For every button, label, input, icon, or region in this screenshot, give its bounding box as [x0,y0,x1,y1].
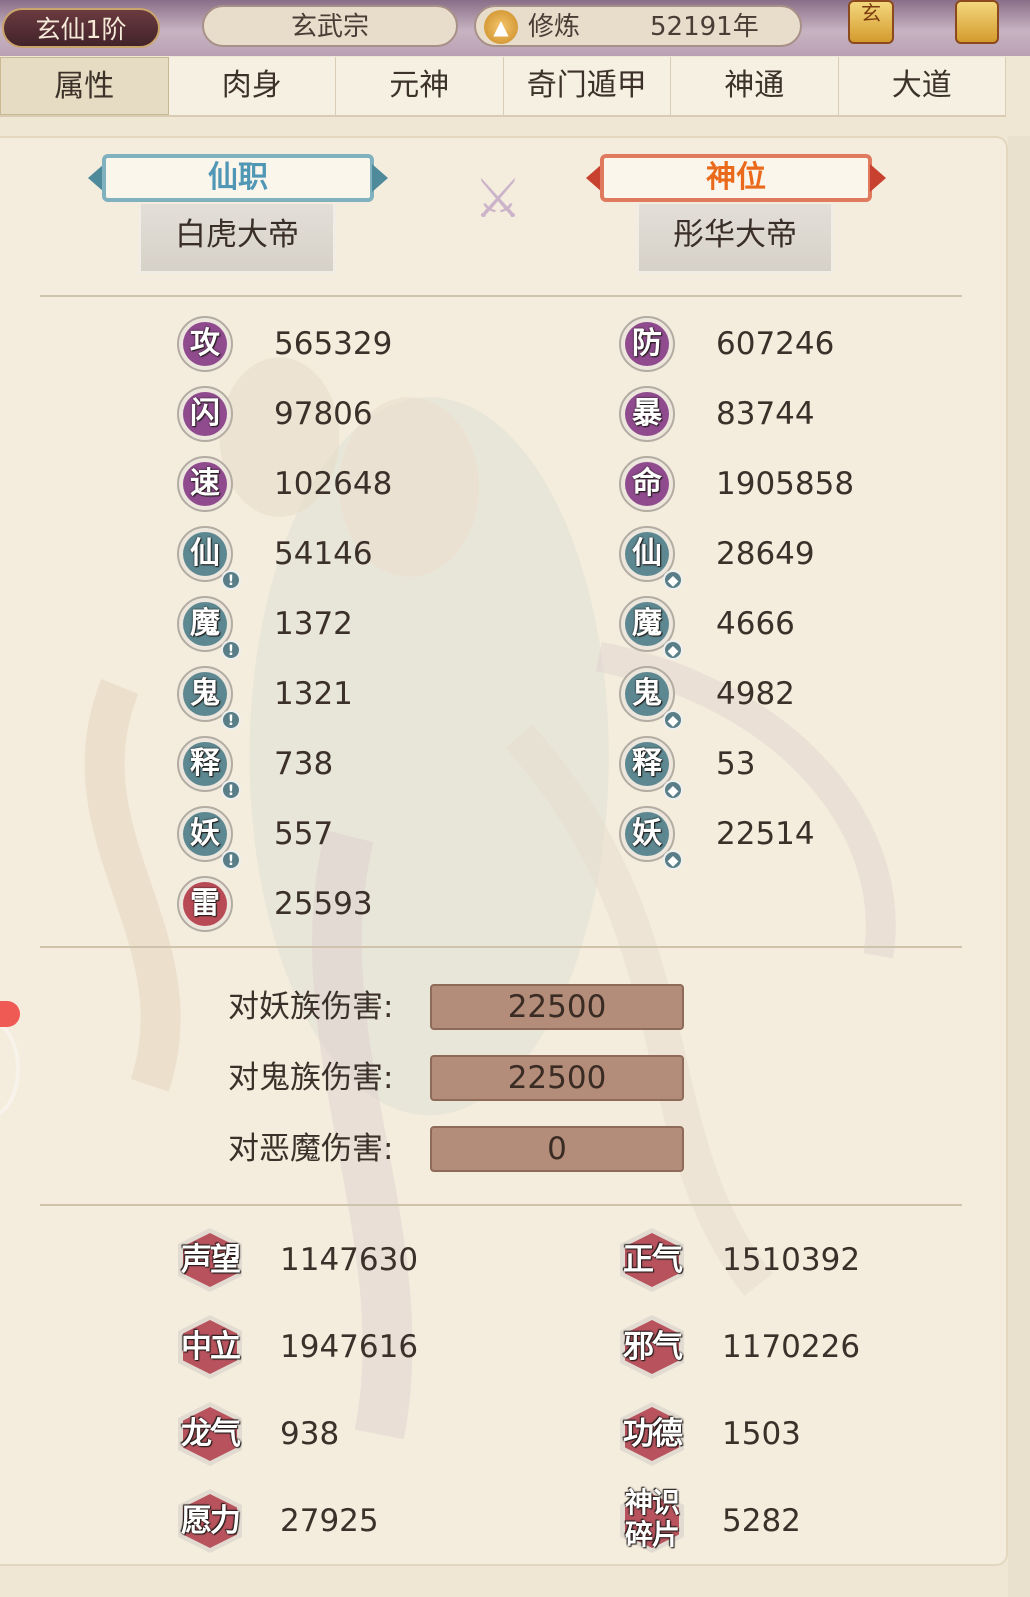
defense-icon: 防 [619,316,675,372]
stat-value: 22514 [716,816,815,852]
cultivation-label: 修炼 [528,12,581,42]
sword-mark-icon: ! [221,640,241,660]
yao-icon: 妖! [177,806,241,870]
stat-value: 1510392 [722,1242,861,1278]
divine-rank-title[interactable]: 彤华大帝 [636,204,834,274]
thunder-icon: 雷 [177,876,233,932]
stat-value: 607246 [716,326,835,362]
lantern-icon[interactable]: 玄 [848,0,894,44]
tab-attributes[interactable]: 属性 [0,57,169,115]
stat-value: 54146 [274,536,373,572]
damage-value: 0 [430,1126,684,1172]
stat-value: 1170226 [722,1329,861,1365]
sword-mark-icon: ! [221,850,241,870]
stat-value: 1147630 [280,1242,419,1278]
rank-badge[interactable]: 玄仙1阶 [2,8,160,48]
immortal-post-title[interactable]: 白虎大帝 [138,204,336,274]
immortal-icon: 仙! [177,526,241,590]
tab-dao[interactable]: 大道 [839,57,1006,115]
shield-mark-icon: ◆ [663,570,683,590]
buddha-icon: 释 ◆ [619,736,683,800]
immortal-post-banner: 仙职 [88,154,388,202]
shield-mark-icon: ◆ [663,710,683,730]
stat-value: 28649 [716,536,815,572]
stat-value: 557 [274,816,334,852]
attack-icon: 攻 [177,316,233,372]
attributes-panel: 仙职 白虎大帝 ⚔ 神位 彤华大帝 攻 565329 闪 97806 速 102… [0,136,1008,1566]
stat-value: 53 [716,746,756,782]
banner-label: 仙职 [208,160,268,195]
yao-icon: 妖 ◆ [619,806,683,870]
meditation-icon: ▲ [484,10,518,44]
damage-value: 22500 [430,1055,684,1101]
tab-abilities[interactable]: 神通 [671,57,839,115]
stat-value: 1905858 [716,466,855,502]
damage-label: 对鬼族伤害: [228,1060,394,1096]
side-rail [1008,136,1030,1597]
immortal-icon: 仙 ◆ [619,526,683,590]
ghost-icon: 鬼! [177,666,241,730]
shield-mark-icon: ◆ [663,640,683,660]
demon-icon: 魔 ◆ [619,596,683,660]
stat-value: 83744 [716,396,815,432]
dodge-icon: 闪 [177,386,233,442]
divider [40,1204,962,1206]
stat-value: 738 [274,746,334,782]
crossed-swords-icon: ⚔ [473,167,523,230]
stat-value: 5282 [722,1503,801,1539]
sword-mark-icon: ! [221,710,241,730]
stat-value: 25593 [274,886,373,922]
tab-body[interactable]: 肉身 [169,57,336,115]
demon-icon: 魔! [177,596,241,660]
sect-name[interactable]: 玄武宗 [202,5,458,47]
cultivation-value: 52191年 [650,12,759,42]
stat-value: 1947616 [280,1329,419,1365]
top-bar: 玄仙1阶 玄武宗 ▲ 修炼 52191年 玄 [0,0,1030,56]
tab-qimen[interactable]: 奇门遁甲 [504,57,671,115]
tab-soul[interactable]: 元神 [336,57,504,115]
stat-value: 27925 [280,1503,379,1539]
buddha-icon: 释! [177,736,241,800]
damage-label: 对恶魔伤害: [228,1131,394,1167]
stat-value: 565329 [274,326,393,362]
divider [40,295,962,297]
shield-mark-icon: ◆ [663,850,683,870]
speed-icon: 速 [177,456,233,512]
cultivation-pill[interactable]: ▲ 修炼 52191年 [474,5,802,47]
stat-value: 1503 [722,1416,801,1452]
stat-value: 102648 [274,466,393,502]
divine-rank-banner: 神位 [586,154,886,202]
banner-label: 神位 [706,160,766,195]
stat-value: 938 [280,1416,340,1452]
lantern-icon[interactable] [955,0,999,44]
critical-icon: 暴 [619,386,675,442]
damage-label: 对妖族伤害: [228,989,394,1025]
stat-value: 4666 [716,606,795,642]
damage-value: 22500 [430,984,684,1030]
ghost-icon: 鬼 ◆ [619,666,683,730]
stat-value: 1321 [274,676,353,712]
sword-mark-icon: ! [221,780,241,800]
health-icon: 命 [619,456,675,512]
sword-mark-icon: ! [221,570,241,590]
stat-value: 97806 [274,396,373,432]
stat-value: 4982 [716,676,795,712]
stat-value: 1372 [274,606,353,642]
divider [40,946,962,948]
shield-mark-icon: ◆ [663,780,683,800]
tab-bar: 属性 肉身 元神 奇门遁甲 神通 大道 [0,57,1006,117]
